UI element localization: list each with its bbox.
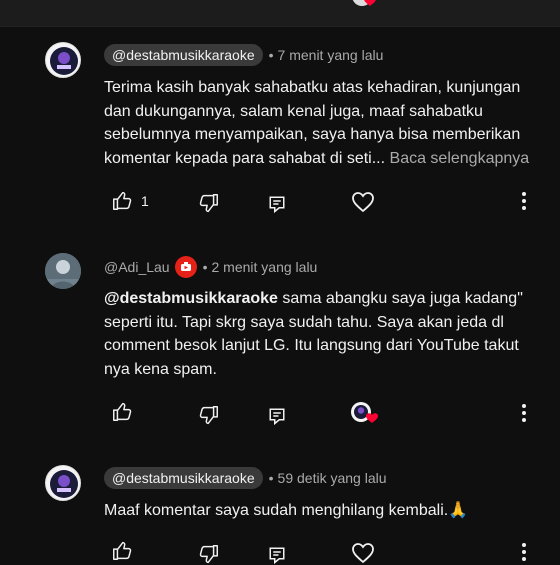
- heart-button[interactable]: [351, 542, 375, 564]
- creator-heart-icon: [352, 0, 380, 14]
- comment-text: Maaf komentar saya sudah menghilang kemb…: [104, 499, 534, 523]
- dislike-button[interactable]: [198, 404, 220, 426]
- separator-dot: •: [202, 259, 208, 275]
- reply-button[interactable]: [268, 407, 286, 425]
- avatar[interactable]: [45, 42, 81, 78]
- like-button[interactable]: 1: [111, 190, 149, 212]
- heart-outline-icon: [351, 542, 375, 564]
- thumb-down-icon: [198, 543, 220, 565]
- creator-heart: [350, 401, 382, 429]
- dislike-button[interactable]: [198, 543, 220, 565]
- more-vert-icon: [518, 191, 530, 211]
- comment-timestamp[interactable]: 59 detik yang lalu: [278, 470, 387, 486]
- heart-outline-icon: [351, 191, 375, 213]
- thumb-down-icon: [198, 192, 220, 214]
- more-options-button[interactable]: [518, 403, 530, 423]
- thumb-down-icon[interactable]: [198, 0, 212, 6]
- comment-body: Maaf komentar saya sudah menghilang kemb…: [104, 502, 469, 519]
- dislike-button[interactable]: [198, 192, 220, 214]
- comment-timestamp[interactable]: 7 menit yang lalu: [278, 47, 384, 63]
- reply-button[interactable]: [268, 195, 286, 213]
- thumb-up-icon: [111, 190, 133, 212]
- avatar[interactable]: [45, 253, 81, 289]
- more-options-button[interactable]: [518, 191, 530, 211]
- youtube-badge-icon: [174, 256, 197, 278]
- author-handle[interactable]: @destabmusikkaraoke: [104, 467, 263, 489]
- reply-button[interactable]: [268, 546, 286, 564]
- like-button[interactable]: [111, 401, 133, 423]
- comment-header: @destabmusikkaraoke • 59 detik yang lalu: [104, 467, 387, 489]
- reply-comment-icon: [268, 195, 286, 213]
- comment-header: @destabmusikkaraoke • 7 menit yang lalu: [104, 44, 383, 66]
- creator-heart-icon: [350, 401, 382, 429]
- separator-dot: •: [268, 470, 274, 486]
- more-vert-icon: [518, 403, 530, 423]
- separator-dot: •: [268, 47, 274, 63]
- mention-link[interactable]: @destabmusikkaraoke: [104, 290, 278, 307]
- reply-comment-icon: [268, 546, 286, 564]
- author-handle[interactable]: @destabmusikkaraoke: [104, 44, 263, 66]
- comment-timestamp[interactable]: 2 menit yang lalu: [212, 259, 318, 275]
- author-handle[interactable]: @Adi_Lau: [104, 259, 170, 275]
- thumb-down-icon: [198, 404, 220, 426]
- reply-comment-icon[interactable]: [272, 0, 286, 6]
- like-button[interactable]: [111, 540, 133, 562]
- heart-button[interactable]: [351, 191, 375, 213]
- comment-text: Terima kasih banyak sahabatku atas kehad…: [104, 76, 534, 170]
- comment-text: @destabmusikkaraoke sama abangku saya ju…: [104, 287, 534, 381]
- thumb-up-icon: [111, 401, 133, 423]
- reply-comment-icon: [268, 407, 286, 425]
- thumb-up-icon: [111, 540, 133, 562]
- avatar[interactable]: [45, 465, 81, 501]
- like-count: 1: [141, 193, 149, 209]
- more-options-button[interactable]: [518, 542, 530, 562]
- read-more-link[interactable]: Baca selengkapnya: [390, 150, 530, 167]
- more-vert-icon: [518, 542, 530, 562]
- comment-header: @Adi_Lau • 2 menit yang lalu: [104, 256, 317, 278]
- previous-comment-action-bar: [0, 0, 560, 27]
